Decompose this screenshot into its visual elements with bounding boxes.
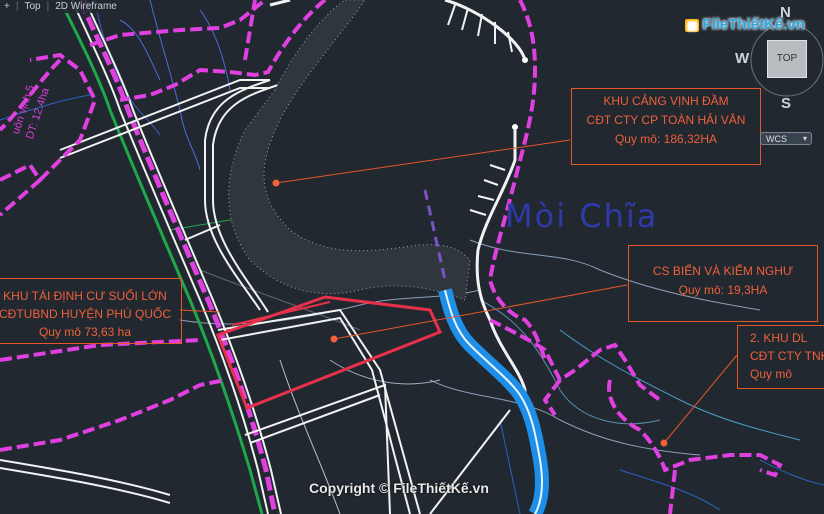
- annotation-cang-vinh-dam: KHU CẢNG VỊNH ĐẦM CĐT CTY CP TOÀN HẢI VÂ…: [571, 88, 761, 165]
- logo-icon: ▣: [685, 19, 700, 32]
- separator: |: [15, 1, 19, 12]
- red-boundary: [216, 295, 443, 410]
- annotation-line: 2. KHU DL: [750, 331, 808, 345]
- annotation-line: CĐTUBND HUYỆN PHÚ QUỐC: [0, 307, 171, 321]
- view-name-button[interactable]: Top: [24, 1, 40, 12]
- marker-dot: [272, 179, 280, 187]
- logo-text: FileThiếtKế.vn: [702, 16, 805, 33]
- marker-dot: [330, 335, 338, 343]
- coastal-ticks: [447, 4, 513, 216]
- chevron-down-icon: ▾: [802, 134, 807, 143]
- annotation-line: Quy mô: [750, 367, 793, 381]
- viewcube-top-face[interactable]: TOP: [767, 40, 807, 78]
- compass-west[interactable]: W: [735, 50, 749, 67]
- annotation-cs-bien: CS BIỂN VÀ KIỂM NGHƯ Quy mô: 19,3HA: [628, 245, 818, 322]
- copyright-text: Copyright © FileThiếtKế.vn: [309, 480, 489, 496]
- wcs-dropdown[interactable]: WCS ▾: [760, 132, 812, 145]
- visual-style-button[interactable]: 2D Wireframe: [55, 1, 117, 12]
- viewport-controls: + | Top | 2D Wireframe: [0, 0, 127, 13]
- annotation-line: KHU TÁI ĐỊNH CƯ SUỐI LỚN: [3, 289, 167, 303]
- sand-strip: [228, 0, 470, 300]
- annotation-line: Quy mô 73,63 ha: [38, 325, 132, 339]
- marker-dot: [660, 439, 668, 447]
- cad-model-canvas[interactable]: Mòi Chĩa uôn vịnh 5 DT: 12.4ha KHU CẢNG …: [0, 0, 824, 514]
- annotation-line: CĐT CTY CP TOÀN HẢI VÂN: [586, 113, 746, 127]
- watermark-logo: ▣ FileThiếtKế.vn: [685, 16, 805, 33]
- annotation-line: CĐT CTY TNH: [750, 349, 824, 363]
- viewport-menu-button[interactable]: +: [4, 1, 10, 12]
- annotation-line: Quy mô: 186,32HA: [614, 132, 718, 146]
- annotation-line: KHU CẢNG VỊNH ĐẦM: [603, 94, 729, 108]
- annotation-line: CS BIỂN VÀ KIỂM NGHƯ: [652, 264, 794, 278]
- highway-boundary: [77, 0, 278, 514]
- annotation-tai-dinh-cu: KHU TÁI ĐỊNH CƯ SUỐI LỚN CĐTUBND HUYỆN P…: [0, 278, 182, 344]
- separator: |: [46, 1, 50, 12]
- compass-south[interactable]: S: [781, 95, 791, 112]
- annotation-line: Quy mô: 19,3HA: [678, 283, 768, 297]
- annotation-khu-dl: 2. KHU DL CĐT CTY TNH Quy mô: [737, 325, 824, 389]
- wcs-label: WCS: [766, 134, 787, 144]
- place-name-label: Mòi Chĩa: [505, 197, 659, 235]
